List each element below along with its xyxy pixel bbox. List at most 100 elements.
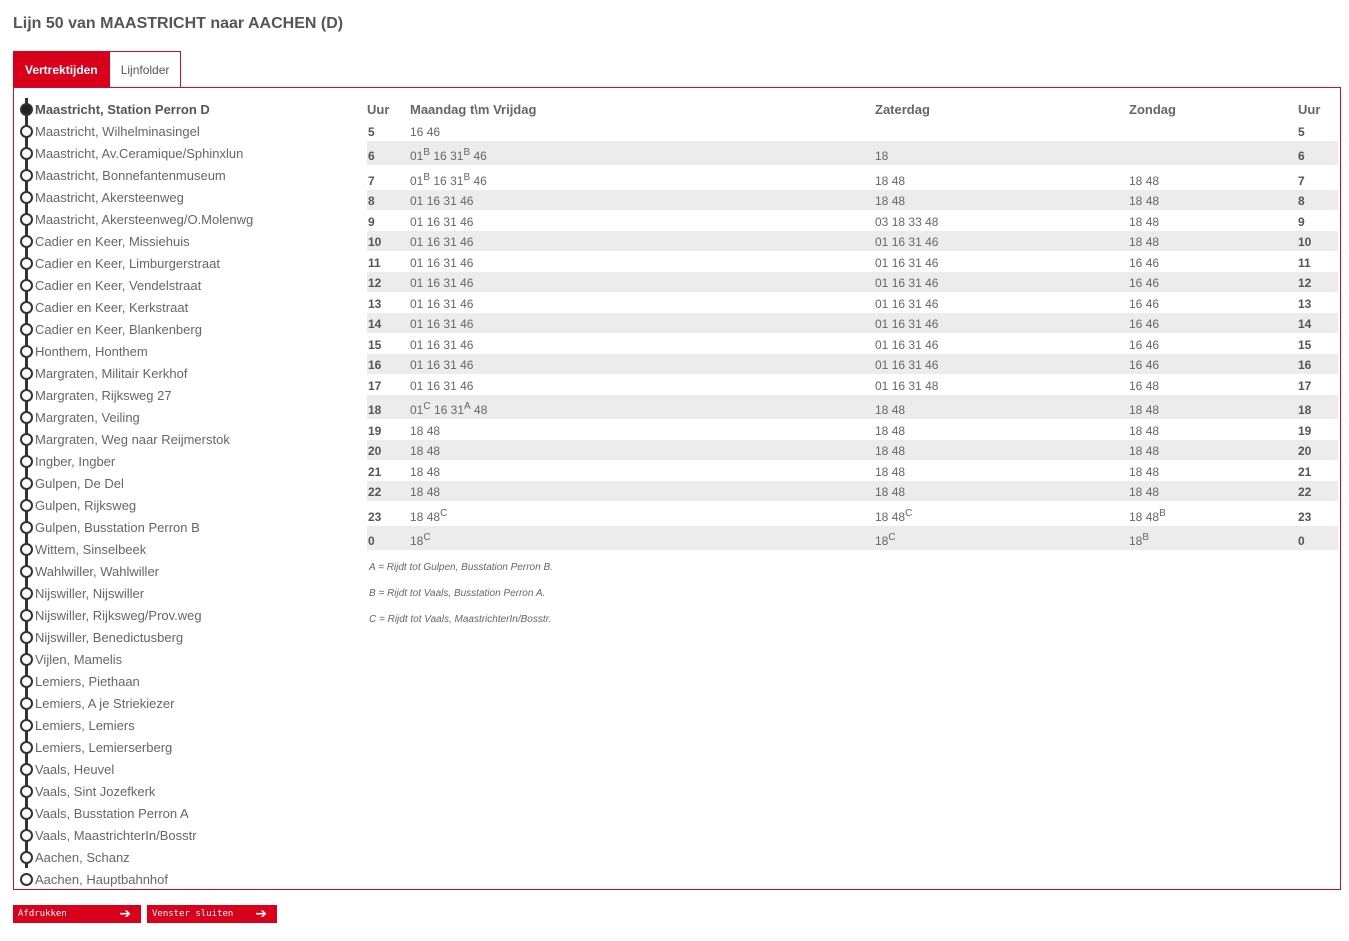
footnote-marker: C	[440, 507, 448, 519]
departure-minute: 46	[460, 358, 474, 372]
departure-minute: 46	[460, 378, 474, 393]
departure-minute: 31	[908, 255, 922, 270]
stop-label[interactable]: Nijswiller, Nijswiller	[35, 586, 144, 601]
departure-minute: 48	[1145, 235, 1160, 249]
departure-minute: 48	[426, 444, 441, 458]
stop-item: Aachen, Hauptbahnhof	[14, 868, 344, 890]
stop-label[interactable]: Maastricht, Av.Ceramique/Sphinxlun	[35, 146, 243, 161]
stop-label[interactable]: Aachen, Schanz	[35, 850, 130, 865]
stop-label[interactable]: Gulpen, De Del	[35, 476, 124, 491]
stop-label[interactable]: Cadier en Keer, Blankenberg	[35, 322, 202, 337]
page-title: Lijn 50 van MAASTRICHT naar AACHEN (D)	[13, 15, 344, 32]
weekday-times-cell: 01 16 31 46	[410, 251, 875, 272]
timetable-row: 12 01 16 31 46 01 16 31 46 16 46 12	[367, 271, 1338, 292]
departure-minute: 18	[1129, 444, 1143, 458]
stop-label[interactable]: Lemiers, Lemierserberg	[35, 740, 172, 755]
stop-label[interactable]: Margraten, Veiling	[35, 410, 140, 425]
hour-cell: 15	[367, 333, 410, 354]
departure-minute: 31	[443, 276, 457, 290]
header-sunday: Zondag	[1129, 101, 1176, 117]
stop-label[interactable]: Cadier en Keer, Kerkstraat	[35, 300, 188, 315]
timetable-row: 5 16 46 5	[367, 120, 1338, 141]
stop-item: Nijswiller, Benedictusberg	[14, 626, 344, 648]
stop-label[interactable]: Gulpen, Busstation Perron B	[35, 520, 200, 535]
departure-minute: 48	[426, 423, 441, 438]
stop-label[interactable]: Vaals, Sint Jozefkerk	[35, 784, 155, 799]
tab-lijnfolder[interactable]: Lijnfolder	[109, 51, 182, 88]
stop-marker-icon	[20, 279, 33, 292]
weekday-times-cell: 18 48	[410, 460, 875, 481]
stop-label[interactable]: Vaals, Busstation Perron A	[35, 806, 189, 821]
stop-label[interactable]: Maastricht, Bonnefantenmuseum	[35, 168, 226, 183]
hour-cell: 9	[367, 210, 410, 231]
stop-marker-icon	[20, 741, 33, 754]
departure-minute: 01	[875, 235, 889, 249]
stop-label[interactable]: Cadier en Keer, Vendelstraat	[35, 278, 201, 293]
departure-minute: 16	[1129, 378, 1143, 393]
stop-label[interactable]: Ingber, Ingber	[35, 454, 115, 469]
stop-item: Vijlen, Mamelis	[14, 648, 344, 670]
hour-cell: 6	[367, 140, 410, 165]
stop-label[interactable]: Vaals, Heuvel	[35, 762, 114, 777]
stop-label[interactable]: Vaals, MaastrichterIn/Bosstr	[35, 828, 197, 843]
departure-minute: 01	[875, 255, 889, 270]
stop-label[interactable]: Nijswiller, Benedictusberg	[35, 630, 183, 645]
stop-label[interactable]: Lemiers, Piethaan	[35, 674, 140, 689]
sunday-times-cell: 18 48	[1129, 460, 1298, 481]
print-button[interactable]: Afdrukken ➔	[13, 905, 141, 923]
saturday-times-cell: 01 16 31 46	[875, 251, 1129, 272]
stop-label[interactable]: Margraten, Rijksweg 27	[35, 388, 172, 403]
timetable-row: 18 01C 16 31A 48 18 48 18 48 18	[367, 394, 1338, 419]
stop-item: Maastricht, Wilhelminasingel	[14, 120, 344, 142]
departure-minute: 48	[426, 485, 441, 499]
footnote-marker: C	[423, 532, 431, 543]
stop-label[interactable]: Margraten, Militair Kerkhof	[35, 366, 187, 381]
stop-item: Maastricht, Bonnefantenmuseum	[14, 164, 344, 186]
sunday-times-cell: 18 48B	[1129, 501, 1298, 526]
departure-minute: 46	[460, 296, 474, 311]
hour-cell: 12	[367, 271, 410, 292]
departure-minute: 01	[875, 337, 889, 352]
timetable-row: 14 01 16 31 46 01 16 31 46 16 46 14	[367, 312, 1338, 333]
sunday-times-cell: 18B	[1129, 525, 1298, 550]
stop-label[interactable]: Maastricht, Akersteenweg	[35, 190, 184, 205]
departure-minute: 01	[875, 378, 889, 393]
departure-minute: 01	[410, 378, 424, 393]
stop-label[interactable]: Wittem, Sinselbeek	[35, 542, 146, 557]
stop-marker-icon	[20, 367, 33, 380]
stop-label[interactable]: Cadier en Keer, Limburgerstraat	[35, 256, 220, 271]
stop-label[interactable]: Aachen, Hauptbahnhof	[35, 872, 168, 887]
hour-cell: 18	[367, 394, 410, 419]
stop-label[interactable]: Margraten, Weg naar Reijmerstok	[35, 432, 230, 447]
stop-label[interactable]: Vijlen, Mamelis	[35, 652, 122, 667]
departure-minute: 16	[426, 378, 441, 393]
departure-minute: 01	[875, 358, 889, 372]
stop-label[interactable]: Maastricht, Akersteenweg/O.Molenwg	[35, 212, 253, 227]
departure-minute: 18	[410, 534, 424, 548]
stop-item: Nijswiller, Rijksweg/Prov.weg	[14, 604, 344, 626]
stop-label[interactable]: Honthem, Honthem	[35, 344, 148, 359]
stop-label[interactable]: Gulpen, Rijksweg	[35, 498, 136, 513]
departure-minute: 31	[443, 296, 457, 311]
close-window-button[interactable]: Venster sluiten ➔	[147, 905, 277, 923]
stop-label[interactable]: Lemiers, A je Striekiezer	[35, 696, 174, 711]
departure-minute: 18	[1129, 423, 1143, 438]
stop-label[interactable]: Nijswiller, Rijksweg/Prov.weg	[35, 608, 202, 623]
stop-label[interactable]: Cadier en Keer, Missiehuis	[35, 234, 190, 249]
hour-cell-right: 21	[1298, 460, 1338, 481]
departure-minute: 16	[426, 337, 441, 352]
tab-vertrektijden[interactable]: Vertrektijden	[13, 51, 110, 88]
stop-marker-icon	[20, 719, 33, 732]
stop-label[interactable]: Maastricht, Wilhelminasingel	[35, 124, 200, 139]
departure-minute: 18	[875, 149, 889, 163]
stop-label[interactable]: Maastricht, Station Perron D	[35, 102, 210, 117]
departure-minute: 18	[875, 194, 889, 208]
weekday-times-cell: 18 48	[410, 480, 875, 501]
stop-label[interactable]: Wahlwiller, Wahlwiller	[35, 564, 159, 579]
departure-minute: 46	[1145, 358, 1160, 372]
departure-minute: 03	[875, 214, 889, 229]
departure-minute: 48	[1145, 403, 1160, 417]
sunday-times-cell: 16 48	[1129, 374, 1298, 395]
stop-label[interactable]: Lemiers, Lemiers	[35, 718, 135, 733]
saturday-times-cell: 01 16 31 48	[875, 374, 1129, 395]
